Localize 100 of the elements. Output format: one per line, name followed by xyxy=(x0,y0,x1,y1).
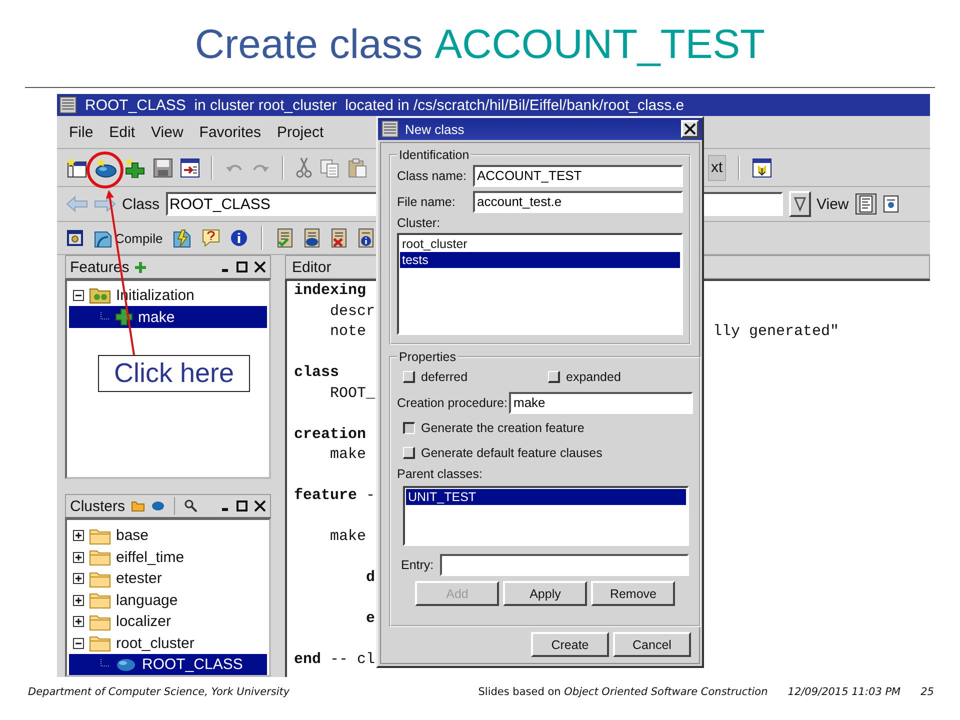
small-cluster-icon[interactable] xyxy=(151,500,166,512)
checkbox-label: deferred xyxy=(421,370,468,384)
menu-item[interactable]: View xyxy=(143,124,192,140)
checkbox-label: Generate default feature clauses xyxy=(421,446,602,460)
close-icon[interactable] xyxy=(254,261,266,273)
field-label: Cluster: xyxy=(397,216,442,230)
list-item[interactable]: tests xyxy=(400,252,680,268)
class-cluster-icon[interactable] xyxy=(302,228,321,248)
code-line: ROOT_ xyxy=(329,384,376,404)
expander-icon[interactable] xyxy=(73,638,84,649)
expander-icon[interactable] xyxy=(73,290,84,300)
scissors-icon[interactable] xyxy=(295,156,313,178)
footer-credit: Slides based on Object Oriented Software Construction xyxy=(478,686,768,698)
group-label: Identification xyxy=(398,148,470,162)
window-title: ROOT_CLASS in cluster root_cluster located in /cs/scratch/hil/Bil/Eiffel/bank/root_class.e xyxy=(85,96,684,114)
field-label: File name: xyxy=(397,194,456,208)
window-icon[interactable] xyxy=(180,158,200,178)
search-icon[interactable] xyxy=(184,499,198,513)
dialog-button[interactable]: Apply xyxy=(503,581,588,606)
big-folder-icon xyxy=(89,591,111,610)
menu-item[interactable]: Favorites xyxy=(191,124,269,140)
list-item[interactable]: root_cluster xyxy=(400,236,680,252)
tree-item[interactable]: root_cluster xyxy=(69,632,267,654)
code-line: feature - xyxy=(294,486,376,506)
dialog-button[interactable]: Remove xyxy=(591,581,676,606)
class-label: Class xyxy=(122,196,160,212)
editor-title: Editor xyxy=(292,258,332,276)
view-diagram-icon[interactable] xyxy=(882,193,901,215)
dialog-button[interactable]: Create xyxy=(531,632,609,657)
input-field[interactable] xyxy=(440,554,690,576)
class-info-icon[interactable] xyxy=(356,228,375,248)
save-icon[interactable] xyxy=(153,158,173,178)
tree-item[interactable]: ROOT_CLASS xyxy=(69,654,267,675)
checkbox[interactable] xyxy=(403,422,415,434)
field-label: Creation procedure: xyxy=(397,396,508,410)
code-line: note xyxy=(329,322,368,342)
close-icon[interactable] xyxy=(254,500,266,512)
code-line: creation xyxy=(294,424,368,444)
paste-icon[interactable] xyxy=(347,158,367,178)
class-error-icon[interactable] xyxy=(330,228,348,248)
slide-title-highlight: ACCOUNT_TEST xyxy=(434,21,766,68)
tree-item[interactable]: language xyxy=(69,590,267,611)
copy-icon[interactable] xyxy=(320,158,340,178)
big-folder-icon xyxy=(89,612,111,631)
menu-item[interactable]: File xyxy=(61,124,102,140)
page-number: 25 xyxy=(920,686,934,698)
code-line: indexing xyxy=(294,281,368,301)
expander-icon[interactable] xyxy=(73,552,84,563)
tree-item[interactable]: localizer xyxy=(69,611,267,632)
new-class-icon[interactable] xyxy=(66,158,88,178)
input-field[interactable]: make xyxy=(509,392,694,414)
class-check-icon[interactable] xyxy=(276,228,294,248)
settings-window-icon[interactable] xyxy=(66,229,84,247)
dropdown-button[interactable] xyxy=(788,191,811,217)
compile-button[interactable]: Compile xyxy=(93,228,163,248)
cluster-icon[interactable] xyxy=(95,158,117,178)
folder-gear-icon xyxy=(89,286,111,304)
expander-icon[interactable] xyxy=(73,594,84,606)
tree-item[interactable]: eiffel_time xyxy=(69,546,267,568)
field-label: Class name: xyxy=(397,168,468,182)
tree-line xyxy=(99,312,110,322)
add-feature-icon[interactable] xyxy=(124,158,146,178)
tree-item[interactable]: make xyxy=(69,306,267,328)
maximize-icon[interactable] xyxy=(236,261,248,273)
info-icon[interactable] xyxy=(230,229,248,247)
close-icon xyxy=(684,123,696,135)
code-line: class xyxy=(294,363,340,383)
expander-icon[interactable] xyxy=(73,530,84,542)
view-text-icon[interactable] xyxy=(854,193,877,215)
tree-item[interactable]: etester xyxy=(69,568,267,590)
run-icon[interactable] xyxy=(172,228,192,248)
question-icon[interactable] xyxy=(200,228,221,248)
menu-item[interactable]: Project xyxy=(268,124,332,140)
dialog-button[interactable]: Cancel xyxy=(613,632,691,657)
feature-plus-icon xyxy=(115,308,133,326)
class-blob-icon xyxy=(115,656,137,673)
code-line: end -- cl xyxy=(294,650,376,670)
menu-item[interactable]: Edit xyxy=(101,124,144,140)
tree-item[interactable]: base xyxy=(69,525,267,546)
big-folder-icon xyxy=(89,570,111,588)
folder-icon[interactable] xyxy=(131,500,146,512)
big-folder-icon xyxy=(89,526,111,545)
toolbar-button[interactable]: xt xyxy=(708,154,726,180)
maximize-icon[interactable] xyxy=(236,500,248,512)
checkbox-label: Generate the creation feature xyxy=(421,421,584,435)
input-field[interactable]: account_test.e xyxy=(473,190,683,212)
expander-icon[interactable] xyxy=(73,616,84,628)
code-line: make xyxy=(329,527,368,547)
footer-date: 12/09/2015 11:03 PM xyxy=(788,686,901,698)
forward-arrow-icon[interactable] xyxy=(94,196,116,212)
input-field[interactable]: ACCOUNT_TEST xyxy=(473,164,683,186)
close-button[interactable] xyxy=(681,120,699,138)
list-item[interactable]: UNIT_TEST xyxy=(406,489,686,505)
system-menu-icon[interactable] xyxy=(59,96,77,114)
add-feature-icon[interactable] xyxy=(135,262,146,272)
view-label: View xyxy=(816,196,849,212)
expander-icon[interactable] xyxy=(73,573,84,584)
window-download-icon[interactable] xyxy=(752,158,772,178)
field-label: Entry: xyxy=(401,558,434,572)
system-menu-icon[interactable] xyxy=(381,120,399,138)
